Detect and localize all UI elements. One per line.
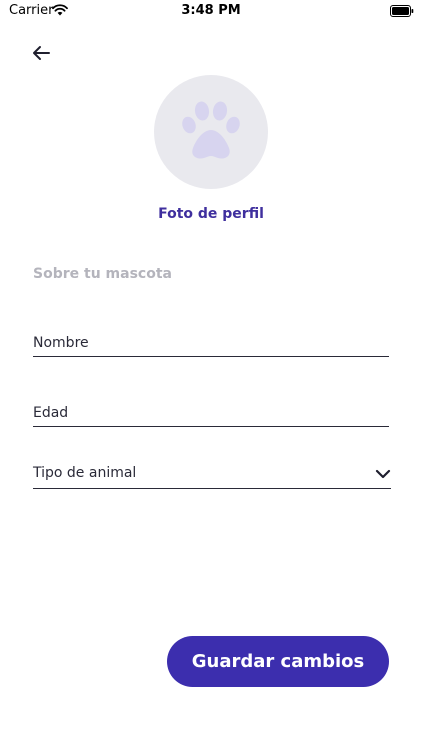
- status-bar: Carrier 3:48 PM: [0, 0, 422, 24]
- name-placeholder: Nombre: [33, 335, 89, 351]
- age-placeholder: Edad: [33, 405, 69, 421]
- paw-icon: [182, 101, 240, 159]
- name-field[interactable]: Nombre: [33, 335, 389, 357]
- save-button[interactable]: Guardar cambios: [167, 636, 389, 687]
- status-time: 3:48 PM: [181, 3, 241, 18]
- back-button[interactable]: [28, 40, 54, 66]
- section-title: Sobre tu mascota: [33, 266, 172, 282]
- animal-type-placeholder: Tipo de animal: [33, 465, 137, 481]
- battery-icon: [390, 5, 414, 17]
- age-field[interactable]: Edad: [33, 405, 389, 427]
- chevron-down-icon: [375, 469, 391, 479]
- profile-photo-link[interactable]: Foto de perfil: [0, 206, 422, 222]
- avatar[interactable]: [154, 75, 268, 189]
- animal-type-select[interactable]: Tipo de animal: [33, 465, 391, 489]
- arrow-left-icon: [33, 46, 50, 60]
